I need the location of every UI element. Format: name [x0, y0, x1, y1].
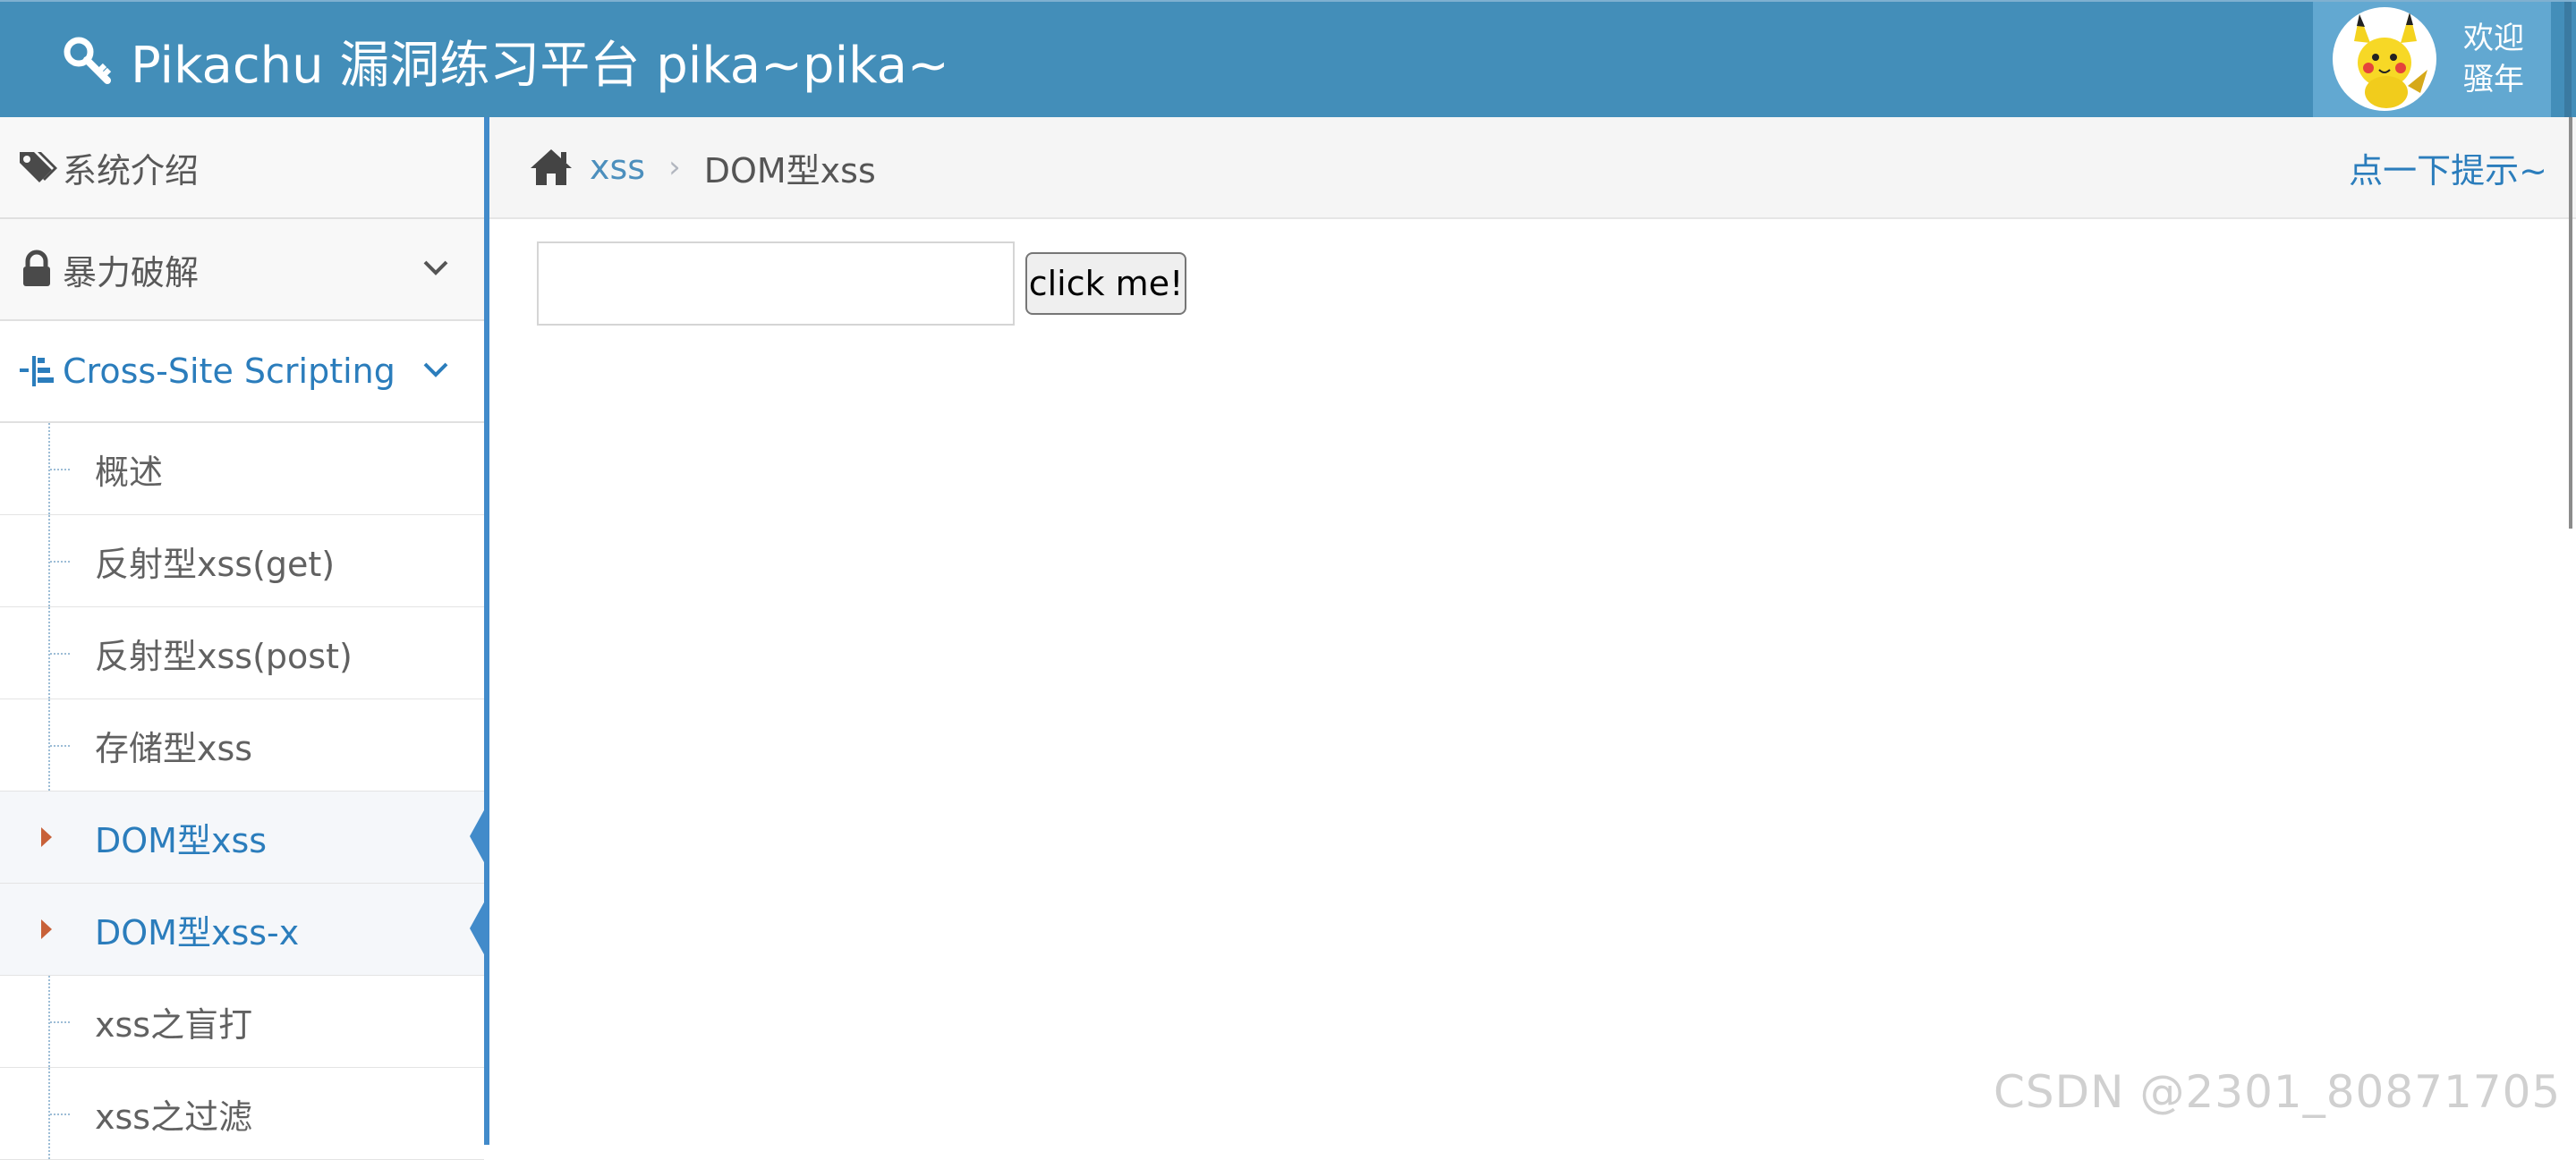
- sidebar-item-brute-force[interactable]: 暴力破解: [0, 219, 484, 321]
- sidebar-item-label: 系统介绍: [63, 150, 200, 191]
- submenu-item-reflected-get[interactable]: 反射型xss(get): [0, 515, 484, 607]
- sidebar-item-intro[interactable]: 系统介绍: [0, 117, 484, 219]
- submenu-label: xss之盲打: [95, 1004, 253, 1045]
- submenu-label: 存储型xss: [95, 728, 253, 768]
- user-menu[interactable]: 欢迎 骚年: [2313, 2, 2551, 117]
- click-me-button[interactable]: click me!: [1025, 252, 1186, 315]
- breadcrumb-separator: ›: [668, 149, 681, 185]
- welcome-line1: 欢迎: [2463, 21, 2524, 56]
- submenu-label: 反射型xss(get): [95, 544, 336, 584]
- navbar-scroll-mark: [2564, 2, 2572, 117]
- brand[interactable]: Pikachu 漏洞练习平台 pika~pika~: [63, 25, 949, 97]
- tree-branch: [50, 745, 70, 747]
- welcome-text: 欢迎 骚年: [2463, 18, 2524, 100]
- submenu-label: xss之过滤: [95, 1096, 253, 1137]
- breadcrumb-current: DOM型xss: [703, 150, 876, 191]
- caret-right-icon: [41, 827, 52, 847]
- submenu-label: 反射型xss(post): [95, 636, 353, 676]
- submenu-item-dom[interactable]: DOM型xss: [0, 792, 489, 884]
- submenu-item-overview[interactable]: 概述: [0, 423, 484, 515]
- brand-title: Pikachu 漏洞练习平台 pika~pika~: [131, 36, 949, 95]
- submenu-label: DOM型xss: [95, 820, 268, 860]
- sidebar-item-label: 暴力破解: [63, 252, 200, 292]
- hint-link[interactable]: 点一下提示~: [2349, 143, 2547, 192]
- tags-icon: [16, 147, 57, 188]
- chevron-down-icon: [420, 251, 452, 284]
- xss-submenu: 概述 反射型xss(get) 反射型xss(post) 存储型xss DOM型x…: [0, 423, 489, 1160]
- sidebar-item-label: Cross-Site Scripting: [63, 351, 395, 391]
- lock-icon: [16, 249, 57, 290]
- breadcrumb-link-xss[interactable]: xss: [590, 148, 645, 187]
- submenu-label: 概述: [95, 452, 164, 492]
- submenu-item-dom-x[interactable]: DOM型xss-x: [0, 884, 489, 976]
- watermark: CSDN @2301_80871705: [1994, 1066, 2562, 1118]
- submenu-item-reflected-post[interactable]: 反射型xss(post): [0, 607, 484, 699]
- submenu-label: DOM型xss-x: [95, 912, 300, 953]
- submenu-item-blind[interactable]: xss之盲打: [0, 976, 484, 1068]
- scrollbar[interactable]: [2569, 117, 2572, 529]
- active-indicator: [470, 893, 489, 964]
- tree-branch: [50, 561, 70, 563]
- tree-branch: [50, 469, 70, 470]
- caret-right-icon: [41, 919, 52, 939]
- tree-branch: [50, 1113, 70, 1115]
- key-icon: [63, 36, 113, 86]
- pikachu-avatar: [2333, 7, 2436, 111]
- active-indicator: [470, 800, 489, 872]
- welcome-line2: 骚年: [2463, 62, 2524, 97]
- top-navbar: Pikachu 漏洞练习平台 pika~pika~ 欢迎 骚年: [0, 0, 2576, 117]
- tree-branch: [50, 1021, 70, 1023]
- xss-text-input[interactable]: [537, 241, 1015, 326]
- submenu-item-filter[interactable]: xss之过滤: [0, 1068, 484, 1160]
- sidebar: 系统介绍 暴力破解 Cross-Site Scripting 概述 反射型xss…: [0, 117, 489, 1160]
- chevron-down-icon: [420, 353, 452, 385]
- list-tree-icon: [16, 351, 57, 392]
- submenu-item-stored[interactable]: 存储型xss: [0, 699, 484, 792]
- home-icon[interactable]: [529, 147, 574, 188]
- tree-branch: [50, 653, 70, 655]
- breadcrumb: xss › DOM型xss 点一下提示~: [489, 117, 2576, 219]
- sidebar-item-xss[interactable]: Cross-Site Scripting: [0, 321, 484, 423]
